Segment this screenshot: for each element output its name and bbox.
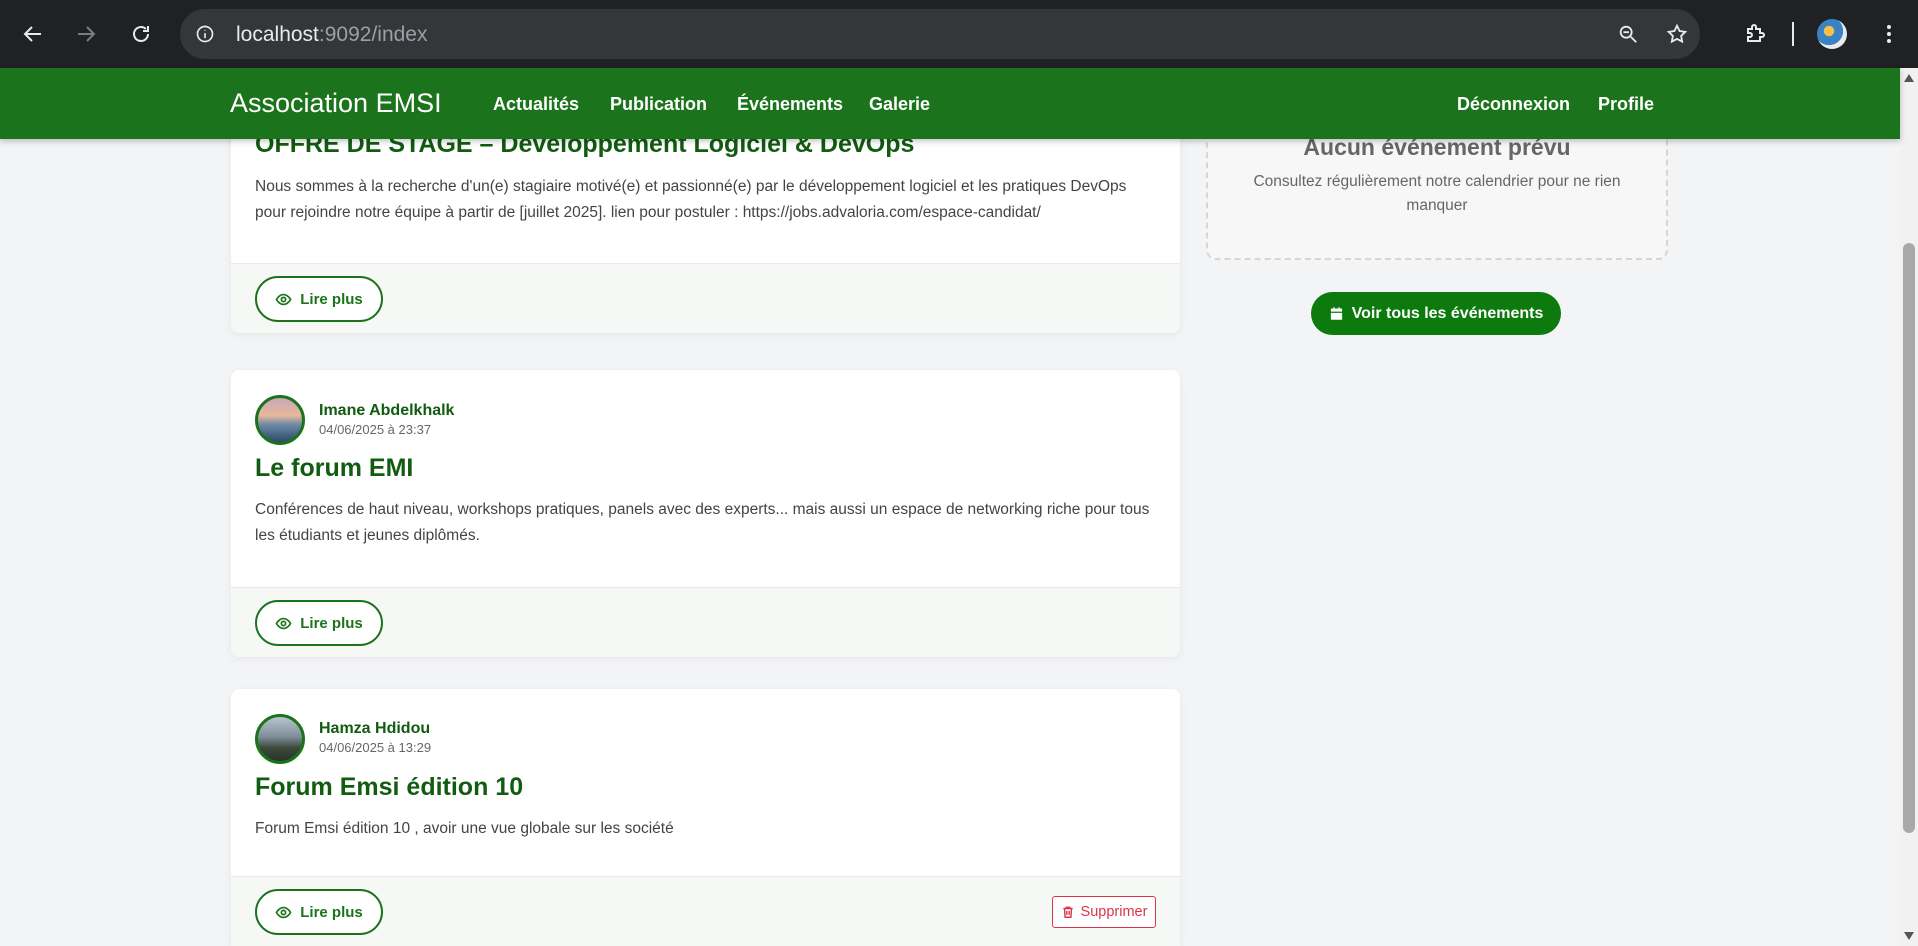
site-navbar: Association EMSI Actualités Publication … [0,68,1900,139]
address-bar[interactable]: localhost:9092/index [180,9,1700,59]
all-events-label: Voir tous les événements [1351,304,1544,322]
author-name[interactable]: Hamza Hdidou [319,720,430,738]
toolbar-divider [1792,22,1794,46]
read-more-button[interactable]: Lire plus [255,276,383,322]
scroll-up-arrow-icon[interactable] [1904,74,1914,82]
card-footer: Lire plus Supprimer [231,876,1180,946]
forward-icon[interactable] [69,17,103,51]
post-card: Hamza Hdidou 04/06/2025 à 13:29 Forum Em… [231,689,1180,946]
back-icon[interactable] [16,17,50,51]
brand-logo[interactable]: Association EMSI [230,88,442,119]
post-date: 04/06/2025 à 23:37 [319,422,432,437]
author-avatar [255,395,305,445]
nav-link-deconnexion[interactable]: Déconnexion [1457,94,1570,115]
card-footer: Lire plus [231,587,1180,657]
no-events-text: Consultez régulièrement notre calendrier… [1253,173,1621,214]
post-title[interactable]: Le forum EMI [255,454,413,483]
author-avatar [255,714,305,764]
delete-label: Supprimer [1080,904,1148,920]
post-title[interactable]: Forum Emsi édition 10 [255,773,523,802]
read-more-button[interactable]: Lire plus [255,889,383,935]
delete-button[interactable]: Supprimer [1052,896,1156,928]
author-name[interactable]: Imane Abdelkhalk [319,402,454,420]
read-more-label: Lire plus [300,903,363,921]
menu-kebab-icon[interactable] [1872,17,1906,51]
eye-icon [275,906,292,918]
site-info-icon[interactable] [192,21,218,47]
post-card: Imane Abdelkhalk 04/06/2025 à 23:37 Le f… [231,370,1180,657]
eye-icon [275,293,292,305]
post-excerpt: Conférences de haut niveau, workshops pr… [255,501,1150,544]
reload-icon[interactable] [124,17,158,51]
trash-icon [1062,906,1073,918]
post-date: 04/06/2025 à 13:29 [319,740,432,755]
calendar-icon [1330,307,1342,320]
url-text[interactable]: localhost:9092/index [236,23,427,47]
post-excerpt: Forum Emsi édition 10 , avoir une vue gl… [255,820,674,837]
bookmark-star-icon[interactable] [1664,21,1690,47]
no-events-panel: Aucun événement prévu Consultez régulièr… [1206,118,1668,260]
extensions-icon[interactable] [1738,17,1772,51]
scroll-thumb[interactable] [1903,243,1915,833]
browser-toolbar: localhost:9092/index [0,0,1918,68]
eye-icon [275,617,292,629]
nav-link-publication[interactable]: Publication [610,94,707,115]
read-more-label: Lire plus [300,290,363,308]
read-more-button[interactable]: Lire plus [255,600,383,646]
scroll-down-arrow-icon[interactable] [1904,932,1914,940]
nav-link-galerie[interactable]: Galerie [869,94,930,115]
nav-link-actualites[interactable]: Actualités [493,94,579,115]
zoom-icon[interactable] [1615,21,1641,47]
nav-link-evenements[interactable]: Événements [737,94,843,115]
post-excerpt: Nous sommes à la recherche d'un(e) stagi… [255,178,1127,221]
nav-link-profile[interactable]: Profile [1598,94,1654,115]
page-scrollbar[interactable] [1900,68,1918,946]
profile-avatar-icon[interactable] [1817,19,1847,49]
read-more-label: Lire plus [300,614,363,632]
card-footer: Lire plus [231,263,1180,333]
all-events-button[interactable]: Voir tous les événements [1311,292,1561,335]
